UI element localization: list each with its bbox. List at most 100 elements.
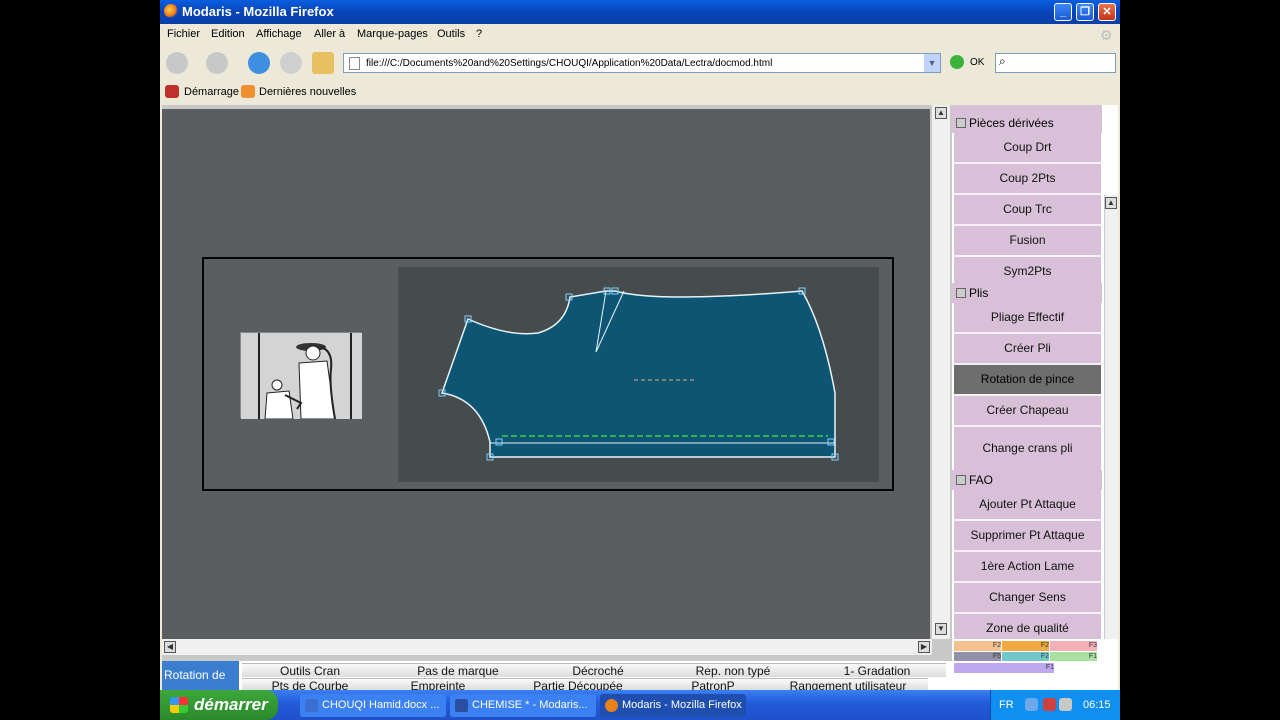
menu-aller[interactable]: Aller à [314,28,345,40]
piece-frame [202,257,894,491]
color-swatches: F2 F2 F3 F5 F2 F1 [952,639,1118,662]
button-coup-trc[interactable]: Coup Trc [954,195,1101,226]
home-icon[interactable] [312,52,334,74]
task-word-document[interactable]: CHOUQI Hamid.docx ... [300,694,446,717]
panel-scrollbar[interactable]: ▲ [1104,195,1118,639]
section-checkbox[interactable] [956,475,966,485]
tab-outils-cran[interactable]: Outils Cran [242,663,378,678]
task-label: CHOUQI Hamid.docx ... [322,699,440,711]
menu-marque-pages[interactable]: Marque-pages [357,28,428,40]
bookmarks-bar: Démarrage Dernières nouvelles [160,80,1120,104]
back-icon[interactable] [166,52,188,74]
button-rotation-de-pince[interactable]: Rotation de pince [954,365,1101,396]
tab-gradation[interactable]: 1- Gradation [808,663,946,678]
modaris-icon [455,699,468,712]
swatch[interactable]: F3 [1050,641,1097,651]
piece-background [398,267,879,482]
firefox-icon [164,4,178,18]
menu-bar: Fichier Edition Affichage Aller à Marque… [160,24,1120,46]
menu-outils[interactable]: Outils [437,28,465,40]
section-title: FAO [969,473,994,487]
section-checkbox[interactable] [956,118,966,128]
scroll-up-icon[interactable]: ▲ [1105,197,1117,209]
button-supprimer-pt-attaque[interactable]: Supprimer Pt Attaque [954,521,1101,552]
swatch[interactable]: F2 [954,641,1001,651]
firefox-window: Modaris - Mozilla Firefox _ ❐ ✕ Fichier … [160,0,1120,720]
task-label: Modaris - Mozilla Firefox [622,699,742,711]
taskbar: démarrer CHOUQI Hamid.docx ... CHEMISE *… [160,690,1120,720]
word-icon [305,699,318,712]
swatch[interactable]: F2 [1002,641,1049,651]
tab-pas-de-marque[interactable]: Pas de marque [378,663,538,678]
menu-fichier[interactable]: Fichier [167,28,200,40]
search-icon: ⌕ [999,54,1006,68]
forward-icon[interactable] [206,52,228,74]
button-pliage-effectif[interactable]: Pliage Effectif [954,303,1101,334]
button-change-crans-pli[interactable]: Change crans pli [954,427,1101,472]
maximize-button[interactable]: ❐ [1076,3,1094,21]
windows-flag-icon [170,697,188,713]
bookmark-dernieres-nouvelles[interactable]: Dernières nouvelles [259,86,356,98]
firefox-icon [605,699,618,712]
section-pieces-derivees[interactable]: Pièces dérivées [952,113,1102,133]
tab-decroche[interactable]: Décroché [538,663,658,678]
search-input[interactable]: ⌕ [995,53,1116,73]
tab-patronp[interactable]: PatronP [658,678,768,690]
tab-rangement-utilisateur[interactable]: Rangement utilisateur [768,678,928,690]
reload-icon[interactable] [248,52,270,74]
go-icon[interactable] [950,55,964,69]
security-icon[interactable] [1043,698,1056,711]
button-creer-pli[interactable]: Créer Pli [954,334,1101,365]
menu-edition[interactable]: Edition [211,28,245,40]
menu-affichage[interactable]: Affichage [256,28,302,40]
title-bar: Modaris - Mozilla Firefox _ ❐ ✕ [160,0,1120,24]
scroll-left-icon[interactable]: ◀ [164,641,176,653]
current-tool-label: Rotation de [162,661,239,690]
task-firefox[interactable]: Modaris - Mozilla Firefox [600,694,746,717]
chevron-down-icon[interactable]: ▼ [924,54,940,72]
button-fusion[interactable]: Fusion [954,226,1101,257]
bookmark-demarrage[interactable]: Démarrage [184,86,239,98]
button-creer-chapeau[interactable]: Créer Chapeau [954,396,1101,427]
task-modaris[interactable]: CHEMISE * - Modaris... [450,694,596,717]
start-button[interactable]: démarrer [160,690,278,720]
start-label: démarrer [194,695,268,714]
clock: 06:15 [1083,699,1111,711]
stop-icon[interactable] [280,52,302,74]
file-icon [349,57,360,70]
network-icon[interactable] [1025,698,1038,711]
tab-pts-de-courbe[interactable]: Pts de Courbe [242,678,378,690]
section-title: Pièces dérivées [969,116,1054,130]
menu-help[interactable]: ? [476,28,482,40]
work-canvas[interactable] [162,109,930,639]
button-coup-2pts[interactable]: Coup 2Pts [954,164,1101,195]
go-label[interactable]: OK [970,57,984,68]
url-bar[interactable]: file:///C:/Documents%20and%20Settings/CH… [343,53,941,73]
panel-top-section [952,105,1102,113]
close-button[interactable]: ✕ [1098,3,1116,21]
scroll-right-icon[interactable]: ▶ [918,641,930,653]
tab-empreinte[interactable]: Empreinte [378,678,498,690]
swatch[interactable]: F1 [954,663,1054,673]
section-checkbox[interactable] [956,288,966,298]
button-1ere-action-lame[interactable]: 1ère Action Lame [954,552,1101,583]
section-fao[interactable]: FAO [952,470,1102,490]
volume-icon[interactable] [1059,698,1072,711]
minimize-button[interactable]: _ [1054,3,1072,21]
section-plis[interactable]: Plis [952,283,1102,303]
pattern-piece[interactable] [398,267,879,482]
status-area: Rotation de Outils Cran Pas de marque Dé… [162,661,1118,690]
language-indicator[interactable]: FR [999,699,1014,711]
tab-partie-decoupee[interactable]: Partie Découpée [498,678,658,690]
button-coup-drt[interactable]: Coup Drt [954,133,1101,164]
canvas-vertical-scrollbar[interactable]: ▲ ▼ [932,105,950,639]
scroll-up-icon[interactable]: ▲ [935,107,947,119]
tab-rep-non-type[interactable]: Rep. non typé [658,663,808,678]
button-changer-sens[interactable]: Changer Sens [954,583,1101,614]
scroll-down-icon[interactable]: ▼ [935,623,947,635]
canvas-horizontal-scrollbar[interactable]: ◀ ▶ [162,639,932,655]
button-ajouter-pt-attaque[interactable]: Ajouter Pt Attaque [954,490,1101,521]
gear-icon: ⚙ [1100,27,1113,43]
button-zone-de-qualite[interactable]: Zone de qualité [954,614,1101,639]
rss-icon [241,85,255,98]
